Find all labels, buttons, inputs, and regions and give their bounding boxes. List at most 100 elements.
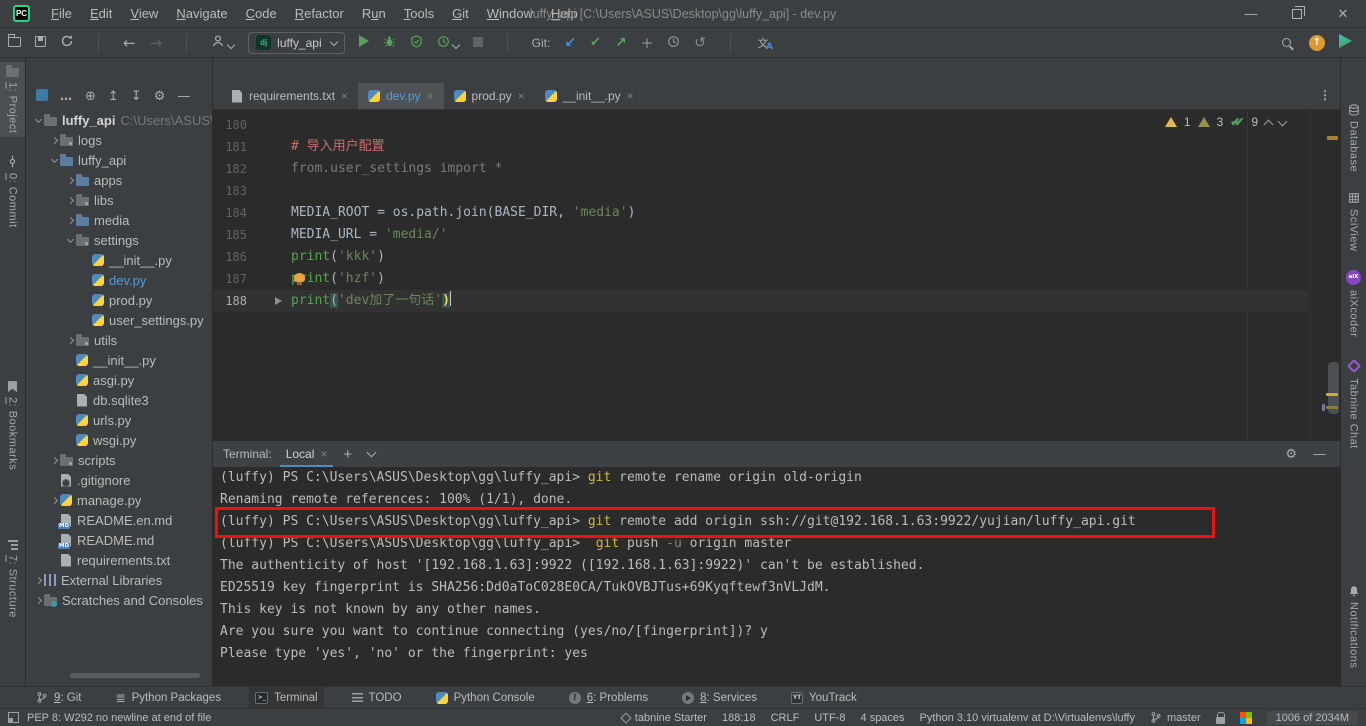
chevron-down-icon[interactable] bbox=[48, 155, 60, 163]
terminal-tab-close-icon[interactable]: × bbox=[320, 447, 327, 461]
terminal-tab-local[interactable]: Local × bbox=[279, 441, 334, 467]
menu-tools[interactable]: Tools bbox=[395, 0, 443, 28]
editor-tab-prod-py[interactable]: prod.py × bbox=[444, 83, 535, 109]
tool-window-switcher-icon[interactable] bbox=[8, 712, 19, 723]
tree-item-luffy-api[interactable]: luffy_apiC:\Users\ASUS\D bbox=[26, 110, 212, 130]
toolbar-button-push[interactable]: ↗ bbox=[615, 35, 627, 51]
menu-navigate[interactable]: Navigate bbox=[167, 0, 236, 28]
code-line-185[interactable]: 185 MEDIA_URL = 'media/' bbox=[213, 224, 1308, 246]
project-horizontal-scrollbar[interactable] bbox=[70, 673, 200, 678]
code-line-180[interactable]: 180 bbox=[213, 114, 1308, 136]
window-minimize-button[interactable]: — bbox=[1228, 0, 1274, 27]
error-stripe[interactable] bbox=[1322, 110, 1340, 440]
tab-close-icon[interactable]: × bbox=[627, 90, 634, 102]
toolbar-button-sync[interactable] bbox=[60, 34, 74, 51]
tree-item-gitignore[interactable]: .gitignore bbox=[26, 470, 212, 490]
tree-item-prod-py[interactable]: prod.py bbox=[26, 290, 212, 310]
tree-item-init-py[interactable]: __init__.py bbox=[26, 350, 212, 370]
status-188-18[interactable]: 188:18 bbox=[722, 712, 756, 724]
status-crlf[interactable]: CRLF bbox=[771, 712, 800, 724]
project-toolbar-minimize[interactable]: — bbox=[177, 89, 190, 104]
toolbar-button-search[interactable] bbox=[1282, 36, 1295, 50]
chevron-right-icon[interactable] bbox=[32, 596, 44, 604]
tree-item-urls-py[interactable]: urls.py bbox=[26, 410, 212, 430]
menu-edit[interactable]: Edit bbox=[81, 0, 121, 28]
tree-item-libs[interactable]: libs bbox=[26, 190, 212, 210]
project-toolbar-gear[interactable]: ⚙ bbox=[154, 89, 166, 104]
tree-item-requirements-txt[interactable]: requirements.txt bbox=[26, 550, 212, 570]
pycharm-logo-icon[interactable]: PC bbox=[13, 5, 30, 22]
chevron-down-icon[interactable] bbox=[32, 115, 44, 123]
toolbar-button-stop[interactable] bbox=[472, 36, 483, 50]
menu-file[interactable]: File bbox=[42, 0, 81, 28]
project-toolbar-view-selector[interactable] bbox=[36, 88, 48, 104]
status-tabnine-starter[interactable]: tabnine Starter bbox=[620, 712, 707, 724]
toolbar-button-open[interactable] bbox=[8, 34, 21, 50]
window-maximize-button[interactable] bbox=[1274, 0, 1320, 27]
toolbar-button-coverage[interactable] bbox=[410, 34, 423, 51]
project-toolbar-ellipsis[interactable]: … bbox=[60, 89, 73, 103]
status-python-3-10-virtualenv-at-d-virtualenvs-luffy[interactable]: Python 3.10 virtualenv at D:\Virtualenvs… bbox=[920, 712, 1135, 724]
toolbar-button-plugin-tri[interactable] bbox=[1339, 34, 1352, 51]
tree-item-settings[interactable]: settings bbox=[26, 230, 212, 250]
toolbar-button-back[interactable]: ← bbox=[123, 34, 136, 52]
toolbar-button-plus[interactable]: + bbox=[641, 34, 654, 52]
status-master[interactable]: master bbox=[1150, 711, 1201, 724]
tree-item-asgi-py[interactable]: asgi.py bbox=[26, 370, 212, 390]
tree-item-media[interactable]: media bbox=[26, 210, 212, 230]
tool-button-python-packages[interactable]: ≣ Python Packages bbox=[110, 687, 228, 708]
tool-button-6-problems[interactable]: ! 6: Problems bbox=[563, 687, 654, 708]
status-1006-of-2034m[interactable]: 1006 of 2034M bbox=[1266, 710, 1358, 725]
status-lock[interactable] bbox=[1215, 711, 1226, 724]
menu-view[interactable]: View bbox=[121, 0, 167, 28]
tool-button-1-project[interactable]: 1: Project bbox=[0, 62, 25, 138]
tree-item-init-py[interactable]: __init__.py bbox=[26, 250, 212, 270]
chevron-right-icon[interactable] bbox=[64, 336, 76, 344]
tool-button-python-console[interactable]: Python Console bbox=[430, 687, 541, 708]
code-line-188[interactable]: 188 print('dev加了一句话') bbox=[213, 290, 1308, 312]
tree-item-apps[interactable]: apps bbox=[26, 170, 212, 190]
toolbar-button-update[interactable]: ↑ bbox=[1309, 34, 1325, 51]
project-toolbar-collapse-all[interactable]: ↧ bbox=[131, 89, 142, 104]
next-problem-icon[interactable] bbox=[1277, 116, 1288, 126]
tree-item-readme-md[interactable]: README.md bbox=[26, 530, 212, 550]
toolbar-button-bug[interactable] bbox=[383, 35, 396, 51]
chevron-right-icon[interactable] bbox=[48, 496, 60, 504]
toolbar-button-translate[interactable]: 文 bbox=[755, 36, 773, 52]
toolbar-button-commit-check[interactable]: ✔ bbox=[590, 35, 601, 50]
window-close-button[interactable]: ✕ bbox=[1320, 0, 1366, 27]
code-line-183[interactable]: 183 bbox=[213, 180, 1308, 202]
tool-button-todo[interactable]: TODO bbox=[346, 687, 408, 708]
code-line-181[interactable]: 181 # 导入用户配置 bbox=[213, 136, 1308, 158]
intention-bulb-icon[interactable] bbox=[294, 273, 305, 285]
toolbar-button-clock[interactable] bbox=[667, 35, 680, 51]
tool-button-tabnine-chat[interactable]: Tabnine Chat bbox=[1341, 355, 1366, 453]
chevron-right-icon[interactable] bbox=[48, 136, 60, 144]
inspections-widget[interactable]: 1 3 ✔✔ 9 bbox=[1164, 115, 1288, 129]
terminal-output[interactable]: (luffy) PS C:\Users\ASUS\Desktop\gg\luff… bbox=[213, 467, 1340, 686]
code-editor[interactable]: 180 181 # 导入用户配置 182 from.user_settings impo… bbox=[213, 110, 1340, 440]
tool-button-database[interactable]: Database bbox=[1341, 100, 1366, 176]
chevron-right-icon[interactable] bbox=[64, 196, 76, 204]
chevron-down-icon[interactable] bbox=[64, 235, 76, 243]
chevron-right-icon[interactable] bbox=[48, 456, 60, 464]
tab-close-icon[interactable]: × bbox=[518, 90, 525, 102]
toolbar-button-profiler[interactable] bbox=[437, 35, 460, 51]
tool-button-0-commit[interactable]: 0: Commit bbox=[0, 151, 25, 232]
tree-item-wsgi-py[interactable]: wsgi.py bbox=[26, 430, 212, 450]
status-utf-8[interactable]: UTF-8 bbox=[814, 712, 845, 724]
tool-button-terminal[interactable]: Terminal bbox=[249, 687, 324, 708]
terminal-settings-icon[interactable]: ⚙ bbox=[1285, 447, 1297, 462]
menu-refactor[interactable]: Refactor bbox=[286, 0, 353, 28]
menu-git[interactable]: Git bbox=[443, 0, 478, 28]
editor-tab-dev-py[interactable]: dev.py × bbox=[358, 83, 444, 109]
tree-item-luffy-api[interactable]: luffy_api bbox=[26, 150, 212, 170]
new-terminal-session-icon[interactable]: + bbox=[343, 446, 352, 463]
menu-code[interactable]: Code bbox=[237, 0, 286, 28]
tab-close-icon[interactable]: × bbox=[341, 90, 348, 102]
tool-button-9-git[interactable]: 9: Git bbox=[30, 687, 88, 708]
toolbar-button-pull[interactable]: ↙ bbox=[564, 35, 576, 51]
toolbar-button-save[interactable] bbox=[35, 35, 46, 50]
chevron-right-icon[interactable] bbox=[64, 216, 76, 224]
tree-item-external-libraries[interactable]: External Libraries bbox=[26, 570, 212, 590]
